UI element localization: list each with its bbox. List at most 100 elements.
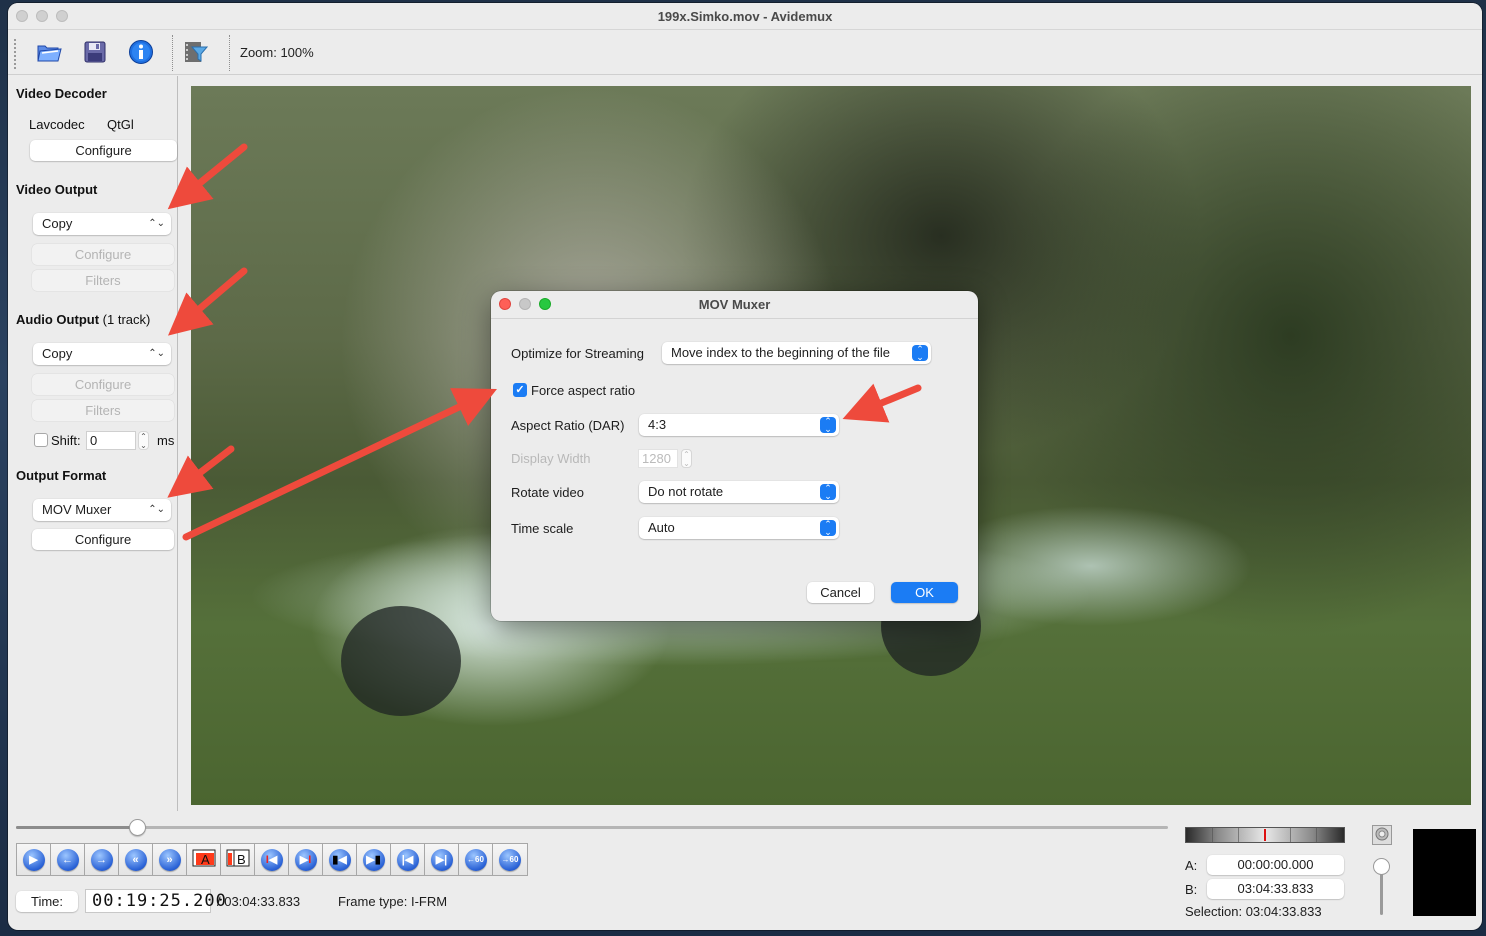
output-format-title: Output Format (16, 468, 107, 483)
marker-a-field[interactable]: 00:00:00.000 (1207, 855, 1344, 875)
time-scale-value: Auto (648, 520, 675, 535)
first-frame-icon: |◀ (396, 848, 419, 871)
info-icon (128, 39, 154, 68)
window-title: 199x.Simko.mov - Avidemux (657, 9, 833, 24)
toolbar-grip[interactable] (14, 39, 16, 69)
aspect-ratio-value: 4:3 (648, 417, 667, 432)
ok-button[interactable]: OK (891, 582, 958, 603)
dialog-title-bar: MOV Muxer (491, 291, 978, 319)
optimize-streaming-select[interactable]: Move index to the beginning of the file … (662, 342, 931, 364)
toolbar: Zoom: 100% (8, 31, 1482, 75)
forward-60s-button[interactable]: →60 (493, 844, 527, 875)
display-width-stepper[interactable]: ⌃ ⌄ (681, 449, 692, 468)
shift-stepper[interactable]: ⌃ ⌄ (138, 431, 149, 450)
force-aspect-checkbox[interactable]: ✓ (513, 383, 527, 397)
save-button[interactable] (80, 39, 110, 67)
audio-output-label: Audio Output (16, 312, 100, 327)
video-configure-button[interactable]: Configure (32, 244, 174, 265)
muxer-configure-button[interactable]: Configure (32, 529, 174, 550)
go-to-marker-b-button[interactable]: ▶I (289, 844, 323, 875)
next-keyframe-button[interactable]: » (153, 844, 187, 875)
play-icon: ▶ (22, 848, 45, 871)
rotate-video-select[interactable]: Do not rotate ⌃ ⌄ (639, 481, 839, 503)
cancel-button[interactable]: Cancel (807, 582, 874, 603)
decoder-configure-button[interactable]: Configure (30, 140, 177, 161)
time-button[interactable]: Time: (16, 891, 78, 912)
open-button[interactable] (34, 39, 64, 67)
next-black-frame-icon: ▶▮ (362, 848, 385, 871)
title-bar: 199x.Simko.mov - Avidemux (8, 3, 1482, 30)
selection-meter (1185, 827, 1345, 843)
chevron-updown-icon: ⌃⌄ (820, 417, 836, 434)
time-scale-select[interactable]: Auto ⌃ ⌄ (639, 517, 839, 539)
video-output-title: Video Output (16, 182, 98, 197)
dialog-title: MOV Muxer (698, 297, 771, 312)
meter-tick (1290, 828, 1291, 842)
set-marker-a-icon: A (192, 849, 216, 870)
audio-track-info: (1 track) (102, 312, 151, 327)
next-frame-button[interactable]: → (85, 844, 119, 875)
video-decoder-title: Video Decoder (16, 86, 107, 101)
output-format-select[interactable]: MOV Muxer ⌃⌄ (33, 499, 171, 521)
video-frame-detail (341, 606, 461, 716)
aspect-ratio-select[interactable]: 4:3 ⌃ ⌄ (639, 414, 839, 436)
meter-tick (1212, 828, 1213, 842)
frame-type-label: Frame type: I-FRM (338, 894, 448, 909)
video-filters-button[interactable] (181, 39, 211, 67)
video-codec-select[interactable]: Copy ⌃⌄ (33, 213, 171, 235)
previous-black-frame-icon: ▮◀ (328, 848, 351, 871)
seek-bar-thumb[interactable] (128, 819, 146, 836)
zoom-level-label: Zoom: 100% (240, 45, 314, 60)
fast-forward-icon: » (158, 848, 181, 871)
chevron-updown-icon: ⌃⌄ (148, 504, 165, 515)
avidemux-window: 199x.Simko.mov - Avidemux Zoom: 100% Vid… (8, 3, 1482, 930)
seek-bar[interactable] (16, 826, 1168, 829)
optimize-streaming-label: Optimize for Streaming (511, 346, 644, 361)
current-time-field[interactable]: 00:19:25.200 (85, 889, 226, 913)
shift-label: Shift: (51, 433, 81, 448)
volume-button[interactable] (1372, 825, 1392, 845)
set-marker-b-icon: B (226, 849, 250, 870)
set-marker-a-button[interactable]: A (187, 844, 221, 875)
toolbar-separator (229, 35, 230, 71)
mini-preview (1413, 829, 1476, 916)
navigation-toolbar: ▶ ← → « » A B I◀ ▶I ▮◀ ▶▮ |◀ ▶| ←60 →60 (16, 843, 528, 876)
previous-keyframe-button[interactable]: « (119, 844, 153, 875)
volume-slider-thumb[interactable] (1373, 858, 1390, 875)
info-button[interactable] (126, 39, 156, 67)
speaker-icon (1375, 827, 1389, 844)
display-width-label: Display Width (511, 451, 591, 466)
audio-codec-value: Copy (42, 346, 73, 361)
meter-position-marker (1264, 829, 1266, 841)
marker-b-field[interactable]: 03:04:33.833 (1207, 879, 1344, 899)
previous-black-frame-button[interactable]: ▮◀ (323, 844, 357, 875)
display-backend: QtGl (107, 117, 134, 132)
video-filters-sidebar-button[interactable]: Filters (32, 270, 174, 291)
previous-frame-button[interactable]: ← (51, 844, 85, 875)
first-frame-button[interactable]: |◀ (391, 844, 425, 875)
video-codec-value: Copy (42, 216, 73, 231)
back-60s-button[interactable]: ←60 (459, 844, 493, 875)
set-marker-b-button[interactable]: B (221, 844, 255, 875)
go-to-marker-b-icon: ▶I (294, 848, 317, 871)
forward-60s-icon: →60 (499, 848, 521, 871)
svg-text:B: B (237, 852, 246, 867)
floppy-save-icon (83, 40, 107, 67)
shift-input[interactable]: 0 (86, 431, 136, 450)
play-button[interactable]: ▶ (17, 844, 51, 875)
audio-configure-button[interactable]: Configure (32, 374, 174, 395)
marker-a-label: A: (1185, 858, 1198, 873)
force-aspect-label: Force aspect ratio (531, 383, 636, 398)
svg-text:A: A (201, 852, 210, 867)
go-to-marker-a-button[interactable]: I◀ (255, 844, 289, 875)
selection-duration: Selection: 03:04:33.833 (1185, 904, 1322, 919)
display-width-input[interactable]: 1280 (638, 449, 678, 468)
meter-tick (1238, 828, 1239, 842)
audio-shift-checkbox[interactable] (34, 433, 48, 447)
audio-filters-button[interactable]: Filters (32, 400, 174, 421)
last-frame-button[interactable]: ▶| (425, 844, 459, 875)
sidebar: Video Decoder Lavcodec QtGl Configure Vi… (8, 76, 178, 811)
next-black-frame-button[interactable]: ▶▮ (357, 844, 391, 875)
audio-codec-select[interactable]: Copy ⌃⌄ (33, 343, 171, 365)
rotate-video-label: Rotate video (511, 485, 584, 500)
